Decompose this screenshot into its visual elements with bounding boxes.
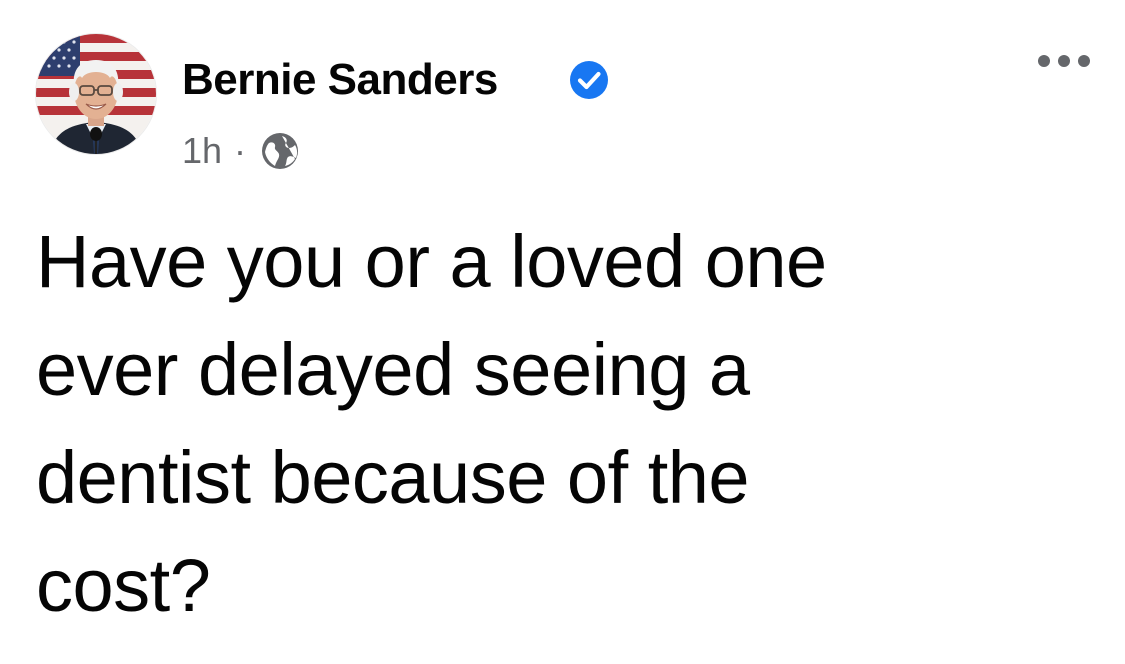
avatar-photo bbox=[36, 34, 156, 154]
post-timestamp[interactable]: 1h bbox=[182, 126, 222, 176]
globe-icon[interactable] bbox=[260, 131, 300, 171]
post-text-line: Have you or a loved one bbox=[36, 220, 827, 303]
facebook-post: Bernie Sanders 1h · Have you or a loved … bbox=[0, 0, 1125, 664]
post-body-text: Have you or a loved one ever delayed see… bbox=[36, 208, 1016, 640]
post-text-line: cost? bbox=[36, 544, 211, 627]
post-text-line: dentist because of the bbox=[36, 436, 750, 519]
author-name[interactable]: Bernie Sanders bbox=[182, 52, 498, 108]
verified-badge-icon bbox=[570, 61, 608, 99]
more-options-icon[interactable] bbox=[1036, 50, 1092, 72]
author-avatar[interactable] bbox=[36, 34, 156, 154]
post-meta: 1h · bbox=[182, 126, 300, 176]
meta-separator: · bbox=[234, 130, 247, 171]
post-text-line: ever delayed seeing a bbox=[36, 328, 750, 411]
